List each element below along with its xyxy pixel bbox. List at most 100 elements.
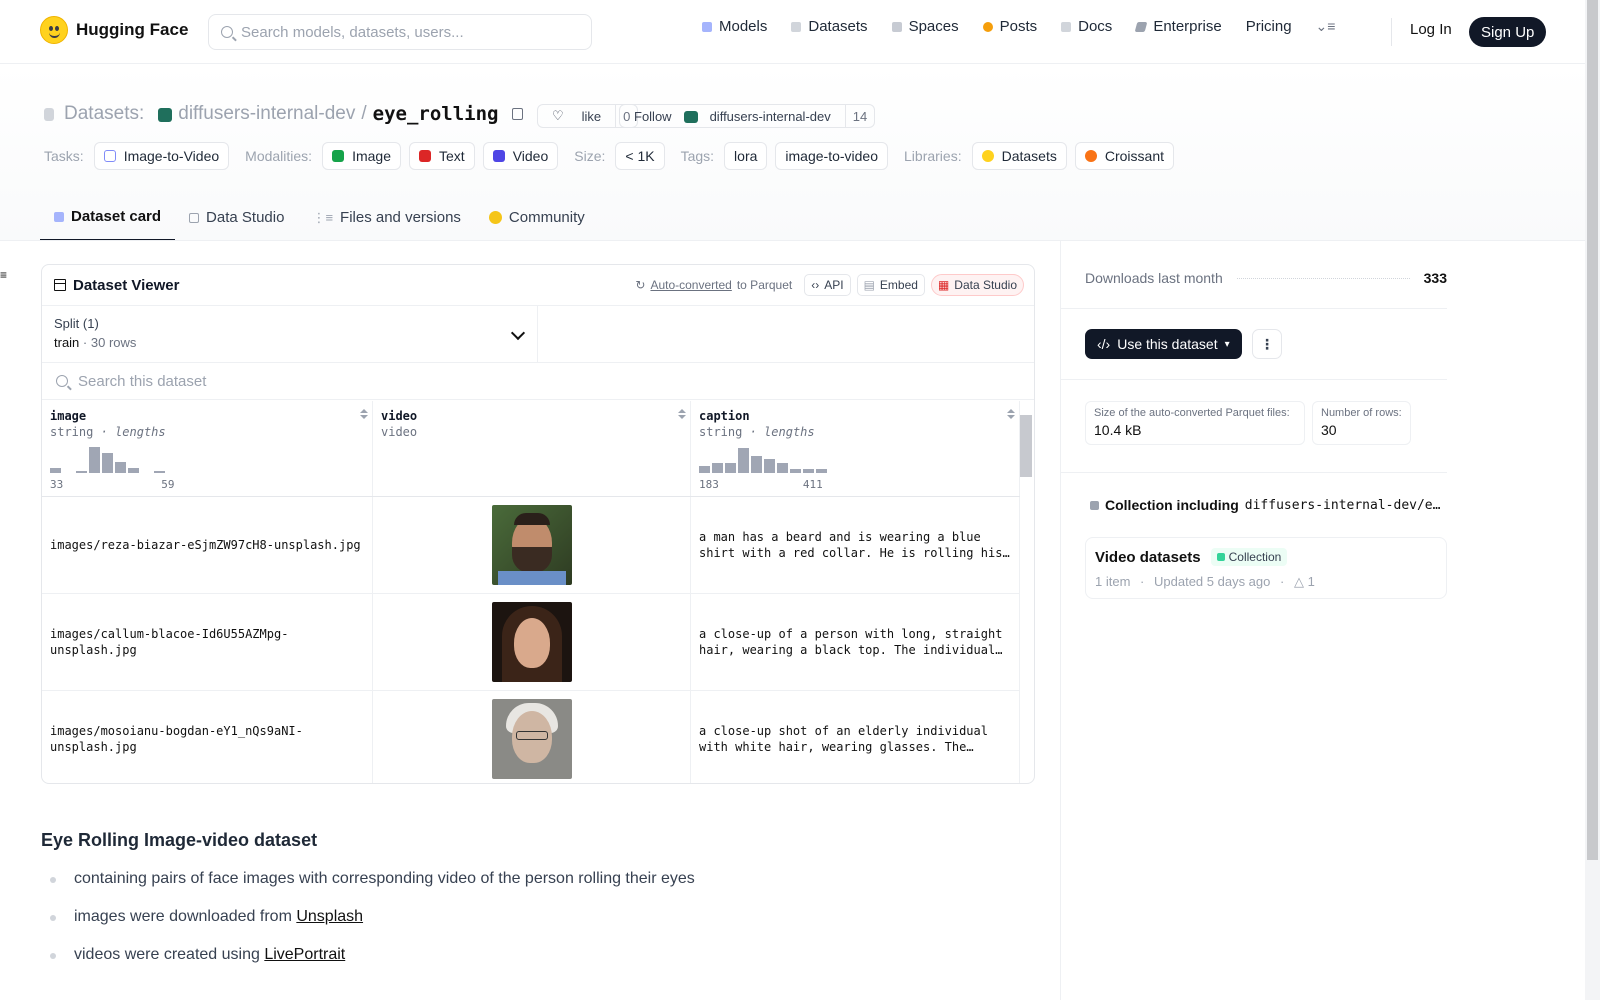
nav-posts[interactable]: Posts [982,18,1037,35]
size-label: Size: [574,148,606,164]
dataset-search[interactable] [42,363,1034,400]
video-thumbnail[interactable] [491,602,572,682]
cell-caption[interactable]: a man has a beard and is wearing a blue … [691,497,1020,593]
cell-video[interactable] [373,497,691,593]
nav-models[interactable]: Models [702,18,767,35]
more-options-button[interactable]: ⋮ [1252,329,1282,359]
histogram-bar[interactable] [764,459,775,473]
page-scrollbar[interactable] [1585,0,1600,1000]
histogram-bar[interactable] [102,453,113,473]
table-row[interactable]: images/mosoianu-bogdan-eY1_nQs9aNI-unspl… [42,691,1020,783]
tab-community[interactable]: Community [475,200,599,241]
use-this-dataset-label: Use this dataset [1117,336,1218,352]
split-selector[interactable]: Split (1) train · 30 rows [42,306,538,362]
copy-icon[interactable] [512,108,524,120]
histogram-bar[interactable] [699,466,710,473]
video-thumbnail[interactable] [491,505,572,585]
api-button[interactable]: ‹› API [804,274,851,296]
path-separator: / [361,103,367,124]
section-label[interactable]: Datasets: [64,103,144,125]
histogram-bar[interactable] [712,463,723,473]
page-scroll-thumb[interactable] [1587,0,1598,860]
histogram-min: 33 [50,478,64,491]
column-header-video[interactable]: video video [373,401,691,496]
text-modality-icon [419,150,431,162]
collection-card[interactable]: Video datasets Collection 1 item · Updat… [1085,537,1447,599]
histogram-bar[interactable] [50,468,61,473]
histogram-bar[interactable] [803,469,814,473]
tag-modality-image[interactable]: Image [322,142,401,170]
embed-button[interactable]: ▤ Embed [856,274,925,296]
table-scroll-thumb[interactable] [1020,415,1032,477]
use-this-dataset-button[interactable]: ‹/› Use this dataset ▾ [1085,329,1242,359]
table-row[interactable]: images/callum-blacoe-Id6U55AZMpg-unsplas… [42,594,1020,691]
tag-modality-text[interactable]: Text [409,142,475,170]
nav-datasets[interactable]: Datasets [791,18,868,35]
table-row[interactable]: images/reza-biazar-eSjmZW97cH8-unsplash.… [42,497,1020,594]
cell-image-path[interactable]: images/callum-blacoe-Id6U55AZMpg-unsplas… [42,594,373,690]
nav-enterprise[interactable]: Enterprise [1134,18,1222,35]
histogram-bar[interactable] [76,471,87,473]
histogram-bar[interactable] [738,448,749,473]
column-header-image[interactable]: image string · lengths 33 59 [42,401,373,496]
cell-video[interactable] [373,594,691,690]
data-studio-button[interactable]: ▦ Data Studio [930,274,1024,296]
unsplash-link[interactable]: Unsplash [296,908,363,925]
histogram-bar[interactable] [115,462,126,473]
tab-files-and-versions[interactable]: ⋮≡ Files and versions [298,200,474,241]
column-header-caption[interactable]: caption string · lengths 183 411 [691,401,1020,496]
tab-data-studio[interactable]: Data Studio [175,200,298,241]
brand-logo[interactable]: Hugging Face [40,16,188,44]
tag-task[interactable]: Image-to-Video [93,142,230,170]
table-icon [189,212,200,223]
dataset-search-input[interactable] [78,372,978,390]
signup-button[interactable]: Sign Up [1469,17,1547,47]
cell-image-path[interactable]: images/mosoianu-bogdan-eY1_nQs9aNI-unspl… [42,691,373,783]
tab-dataset-card[interactable]: Dataset card [40,200,176,241]
histogram-bar[interactable] [725,463,736,473]
global-search[interactable] [208,14,592,50]
org-link[interactable]: diffusers-internal-dev [178,103,355,125]
histogram-bar[interactable] [89,447,100,473]
tag-library-croissant[interactable]: Croissant [1074,142,1174,170]
auto-converted-info[interactable]: ↻ Auto-converted to Parquet [635,278,792,292]
follow-button[interactable]: Follow diffusers-internal-dev 14 [619,104,876,128]
search-icon [56,375,68,387]
tags-row: Tasks: Image-to-Video Modalities: Image … [44,142,1174,170]
data-table: image string · lengths 33 59 video video… [42,401,1020,783]
tag-lora[interactable]: lora [724,142,768,170]
histogram-bar[interactable] [790,469,801,473]
login-link[interactable]: Log In [1410,21,1452,38]
tag-library-datasets[interactable]: Datasets [971,142,1067,170]
nav-pricing[interactable]: Pricing [1246,18,1292,35]
collection-title[interactable]: Video datasets [1095,549,1201,566]
tag-datasets-label: Datasets [1001,148,1057,164]
readme-item-text: images were downloaded from [74,908,297,925]
cell-video[interactable] [373,691,691,783]
data-studio-label: Data Studio [954,278,1017,292]
tag-image-to-video[interactable]: image-to-video [775,142,889,170]
cell-caption[interactable]: a close-up of a person with long, straig… [691,594,1020,690]
nav-spaces[interactable]: Spaces [891,18,959,35]
row-count-box: Number of rows: 30 [1312,401,1411,445]
nav-more-menu[interactable]: ⌄≡ [1316,18,1336,35]
sidebar-toggle-icon[interactable]: ≡ [0,268,8,282]
histogram-bar[interactable] [154,471,165,473]
cell-caption[interactable]: a close-up shot of an elderly individual… [691,691,1020,783]
auto-converted-link[interactable]: Auto-converted [650,278,731,292]
search-input[interactable] [241,23,571,41]
models-icon [702,21,712,32]
tag-size[interactable]: < 1K [615,142,665,170]
table-scrollbar[interactable] [1020,405,1032,777]
liveportrait-link[interactable]: LivePortrait [264,946,345,963]
repo-name[interactable]: eye_rolling [373,103,499,125]
histogram-bar[interactable] [816,469,827,473]
video-thumbnail[interactable] [491,699,572,779]
table-header: image string · lengths 33 59 video video… [42,401,1020,497]
histogram-bar[interactable] [128,468,139,473]
histogram-bar[interactable] [777,463,788,473]
cell-image-path[interactable]: images/reza-biazar-eSjmZW97cH8-unsplash.… [42,497,373,593]
nav-docs[interactable]: Docs [1061,18,1112,35]
tag-modality-video[interactable]: Video [482,142,559,170]
histogram-bar[interactable] [751,456,762,473]
